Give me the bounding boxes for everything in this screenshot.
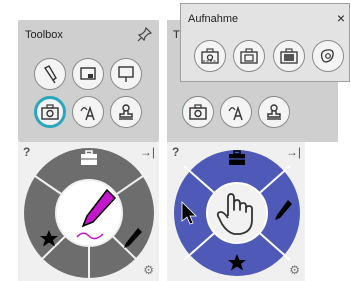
camera-button-right-active[interactable] — [182, 96, 214, 128]
text-recognition-button-right[interactable] — [220, 96, 252, 128]
presentation-button[interactable] — [110, 58, 142, 90]
camera-icon — [41, 104, 59, 120]
screenshot-region-button[interactable] — [194, 40, 226, 72]
popup-close-button[interactable]: × — [337, 11, 345, 25]
stamp-button-right[interactable] — [258, 96, 290, 128]
pen-wheel-panel: ? →| ⚙ — [18, 142, 159, 281]
toolbox-panel: Toolbox — [18, 20, 159, 142]
camera-icon — [189, 104, 207, 120]
pin-icon[interactable] — [137, 26, 153, 42]
screenshot-freehand-button[interactable] — [312, 40, 344, 72]
toolbox-title-right: T — [173, 29, 180, 41]
screenshot-region-icon — [201, 48, 219, 64]
popup-title: Aufnahme — [188, 13, 239, 25]
presentation-icon — [118, 66, 134, 82]
text-recognition-button[interactable] — [72, 96, 104, 128]
screenshot-screen-icon — [280, 48, 298, 64]
screenshot-screen-button[interactable] — [273, 40, 305, 72]
flashlight-icon — [43, 65, 57, 84]
screenshot-window-button[interactable] — [233, 40, 265, 72]
toolbox-title: Toolbox — [25, 29, 63, 41]
screen-icon — [80, 67, 96, 80]
text-recognition-icon — [228, 105, 243, 121]
text-recognition-icon — [80, 105, 95, 121]
screen-button[interactable] — [72, 58, 104, 90]
capture-popup: Aufnahme × — [180, 3, 350, 82]
flashlight-button[interactable] — [34, 58, 66, 90]
stamp-icon — [267, 104, 281, 120]
stamp-button[interactable] — [110, 96, 142, 128]
screenshot-window-icon — [240, 48, 258, 64]
stamp-icon — [119, 104, 133, 120]
hand-wheel-panel: ? →| ⚙ — [167, 142, 305, 281]
tool-wheel-blue[interactable] — [170, 142, 304, 281]
camera-button[interactable] — [34, 96, 66, 128]
screenshot-freehand-icon — [320, 49, 334, 63]
tool-wheel-gray[interactable] — [21, 142, 157, 281]
